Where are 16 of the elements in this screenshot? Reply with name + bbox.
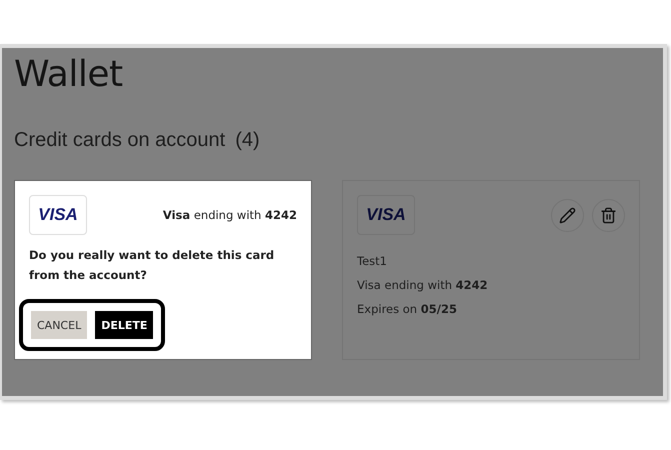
section-title: Credit cards on account <box>14 129 226 152</box>
edit-button[interactable] <box>551 198 584 232</box>
card-logo: VISA <box>29 195 87 235</box>
card-summary: Visa ending with 4242 <box>162 207 297 224</box>
page-title: Wallet <box>14 54 124 95</box>
trash-icon <box>600 206 617 224</box>
card-count: (4) <box>235 129 260 152</box>
delete-button[interactable]: DELETE <box>95 311 154 339</box>
pencil-icon <box>559 206 576 224</box>
delete-button[interactable] <box>592 198 625 232</box>
card-number: Visa ending with 4242 <box>357 277 489 294</box>
card-name: Test1 <box>357 253 388 270</box>
card-expiry: Expires on 05/25 <box>357 301 458 318</box>
delete-question: Do you really want to delete this card from the account? <box>29 247 276 284</box>
cancel-button[interactable]: CANCEL <box>31 311 88 339</box>
card-logo: VISA <box>357 195 415 235</box>
